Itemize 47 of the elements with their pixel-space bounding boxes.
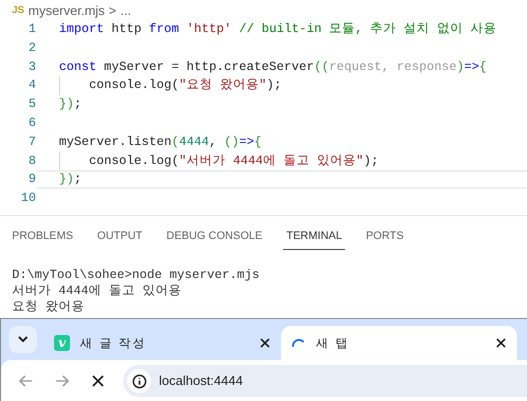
panel-tab[interactable]: PORTS: [366, 228, 404, 250]
url-text: localhost:4444: [159, 372, 243, 390]
line-number: 7: [27, 134, 36, 151]
panel-tab[interactable]: OUTPUT: [97, 228, 142, 250]
code-line: import http from 'http' // built-in 모듈, 추가 설치 없이 사용: [59, 21, 497, 38]
code-line: console.log("서버가 4444에 돌고 있어용");: [88, 152, 379, 170]
breadcrumb-more[interactable]: ...: [120, 0, 132, 20]
close-icon: [496, 338, 506, 348]
browser-tab[interactable]: v 새 글 작성: [45, 326, 281, 360]
close-icon: [260, 338, 270, 348]
breadcrumb-separator: >: [108, 2, 116, 20]
line-number: 1: [27, 21, 36, 38]
info-icon[interactable]: [132, 374, 146, 388]
panel-tab[interactable]: DEBUG CONSOLE: [166, 228, 262, 250]
line-number: 2: [27, 40, 36, 57]
file-name[interactable]: myserver.mjs: [28, 0, 105, 20]
loading-spinner-icon: [292, 339, 304, 347]
tab-title: 새 글 작성: [80, 335, 148, 352]
address-bar[interactable]: localhost:4444: [123, 365, 527, 397]
tab-list-button[interactable]: [9, 326, 37, 353]
code-line: const myServer = http.createServer((request, response)=>{: [59, 58, 487, 76]
line-number: 5: [27, 96, 36, 114]
js-file-icon: JS: [12, 3, 24, 18]
arrow-left-icon: [18, 373, 34, 389]
close-tab-button[interactable]: [258, 336, 272, 350]
terminal-line: 요청 왔어용: [12, 299, 85, 316]
code-line: myServer.listen(4444, ()=>{: [59, 134, 262, 151]
tab-title: 새 탭: [316, 335, 350, 352]
code-line: });: [59, 96, 82, 114]
chevron-down-icon: [18, 336, 28, 343]
panel-tab[interactable]: TERMINAL: [283, 228, 345, 250]
line-number: 8: [27, 152, 36, 170]
close-icon: [92, 375, 104, 387]
close-tab-button[interactable]: [494, 336, 508, 350]
line-number: 10: [20, 190, 36, 208]
line-number: 4: [27, 77, 36, 94]
line-number: 6: [27, 115, 36, 132]
terminal-line: D:\myTool\sohee>node myserver.mjs: [12, 267, 260, 284]
site-logo-icon: v: [54, 335, 70, 351]
arrow-right-icon: [54, 373, 70, 389]
browser-tab[interactable]: 새 탭: [281, 326, 517, 360]
panel-tab[interactable]: PROBLEMS: [12, 228, 74, 250]
code-line: console.log("요청 왔어용");: [88, 77, 282, 94]
line-number: 9: [27, 171, 36, 188]
terminal-line: 서버가 4444에 돌고 있어용: [12, 283, 182, 300]
line-number: 3: [27, 58, 36, 76]
code-line: });: [59, 171, 82, 188]
